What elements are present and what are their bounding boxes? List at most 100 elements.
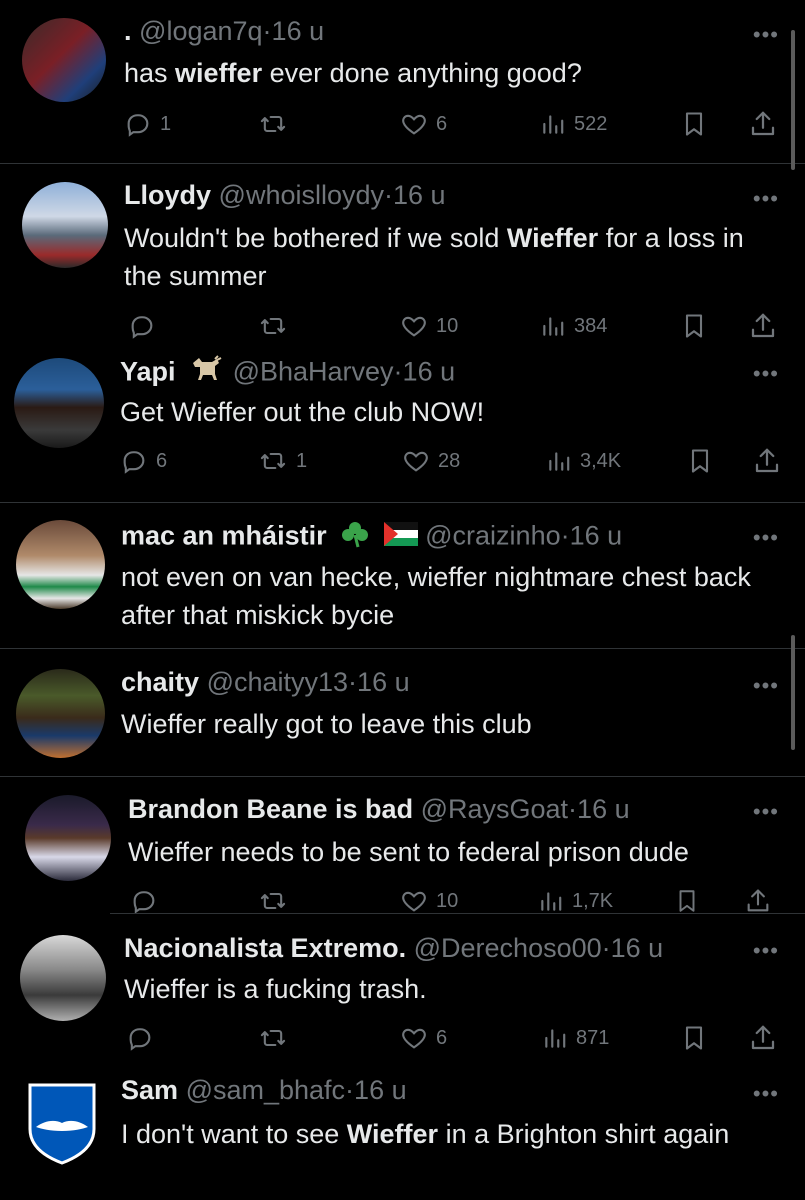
avatar[interactable] <box>22 182 108 268</box>
share-button[interactable] <box>748 104 778 144</box>
author-handle[interactable]: @BhaHarvey <box>233 357 394 387</box>
author-handle[interactable]: @Derechoso00 <box>414 933 602 963</box>
author-handle[interactable]: @logan7q <box>139 16 263 46</box>
like-button[interactable]: 28 <box>402 441 460 481</box>
separator: · <box>262 16 272 46</box>
author-name[interactable]: Yapi <box>120 357 176 387</box>
reply-button[interactable]: 1 <box>124 104 171 144</box>
repost-icon <box>260 452 286 470</box>
avatar[interactable] <box>16 520 105 609</box>
reply-button[interactable] <box>128 306 164 346</box>
author-handle[interactable]: @whoislloydy <box>219 180 384 210</box>
author-handle[interactable]: @sam_bhafc <box>186 1075 345 1105</box>
heart-icon <box>402 1028 426 1049</box>
timestamp[interactable]: 16 u <box>403 357 456 387</box>
avatar[interactable] <box>25 795 111 881</box>
timestamp[interactable]: 16 u <box>570 521 623 551</box>
more-options-icon[interactable]: ••• <box>753 1081 779 1107</box>
tweet[interactable]: Brandon Beane is bad @RaysGoat·16 u ••• … <box>0 777 805 914</box>
repost-button[interactable]: 1 <box>258 441 307 481</box>
timestamp[interactable]: 16 u <box>272 16 325 46</box>
share-button[interactable] <box>748 306 778 346</box>
share-button[interactable] <box>752 441 782 481</box>
scrollbar[interactable] <box>791 635 795 750</box>
author-name[interactable]: Lloydy <box>124 180 211 210</box>
author-handle[interactable]: @RaysGoat <box>421 794 568 824</box>
more-options-icon[interactable]: ••• <box>753 673 779 699</box>
text-part: has <box>124 58 176 88</box>
text-part-bold: Wieffer <box>506 223 599 253</box>
tweet[interactable]: chaity @chaityy13·16 u ••• Wieffer reall… <box>0 649 805 776</box>
more-options-icon[interactable]: ••• <box>753 361 779 387</box>
tweet[interactable]: Sam @sam_bhafc·16 u ••• I don't want to … <box>0 1061 805 1200</box>
more-options-icon[interactable]: ••• <box>753 22 779 48</box>
more-options-icon[interactable]: ••• <box>753 938 779 964</box>
tweet[interactable]: Lloydy @whoislloydy·16 u ••• Wouldn't be… <box>0 164 805 344</box>
avatar[interactable] <box>22 18 106 102</box>
view-count: 384 <box>574 314 608 337</box>
text-part: Wieffer is a fucking trash. <box>124 974 427 1004</box>
more-options-icon[interactable]: ••• <box>753 525 779 551</box>
repost-count: 1 <box>296 449 308 472</box>
bookmark-button[interactable] <box>680 1018 708 1058</box>
separator: · <box>345 1075 355 1105</box>
heart-icon <box>402 316 426 337</box>
timestamp[interactable]: 16 u <box>393 180 446 210</box>
more-options-icon[interactable]: ••• <box>753 186 779 212</box>
heart-icon <box>402 891 426 912</box>
author-handle[interactable]: @chaityy13 <box>207 667 348 697</box>
author-handle[interactable]: @craizinho <box>425 521 560 551</box>
text-part: ever done anything good? <box>262 58 582 88</box>
avatar[interactable] <box>14 358 104 448</box>
tweet[interactable]: mac an mháistir @craizinho·16 u ••• not … <box>0 503 805 648</box>
tweet[interactable]: . @logan7q·16 u ••• has wieffer ever don… <box>0 0 805 163</box>
author-name[interactable]: chaity <box>121 667 199 697</box>
avatar[interactable] <box>20 935 106 1021</box>
tweet[interactable]: Nacionalista Extremo. @Derechoso00·16 u … <box>0 914 805 1060</box>
reply-icon <box>129 1028 151 1051</box>
like-button[interactable]: 6 <box>400 104 447 144</box>
bookmark-button[interactable] <box>680 306 708 346</box>
text-part: Get Wieffer out the club NOW! <box>120 397 485 427</box>
bookmark-icon <box>685 112 703 136</box>
author-name[interactable]: mac an mháistir <box>121 521 327 551</box>
repost-button[interactable] <box>258 306 296 346</box>
separator: · <box>348 667 358 697</box>
views-button[interactable]: 384 <box>540 306 607 346</box>
views-button[interactable]: 522 <box>540 104 607 144</box>
author-name[interactable]: . <box>124 16 132 46</box>
tweet-text: Wieffer is a fucking trash. <box>124 970 774 1008</box>
reply-count: 1 <box>160 112 172 135</box>
author-name[interactable]: Nacionalista Extremo. <box>124 933 406 963</box>
author-name[interactable]: Sam <box>121 1075 178 1105</box>
bookmark-button[interactable] <box>686 441 714 481</box>
views-button[interactable]: 3,4K <box>546 441 621 481</box>
heart-icon <box>404 451 428 472</box>
scrollbar[interactable] <box>791 30 795 170</box>
timestamp[interactable]: 16 u <box>611 933 664 963</box>
like-button[interactable]: 10 <box>400 306 458 346</box>
avatar[interactable] <box>16 669 105 758</box>
tweet-text: Wieffer really got to leave this club <box>121 705 771 743</box>
separator: · <box>601 933 611 963</box>
avatar[interactable] <box>22 1079 102 1165</box>
repost-button[interactable] <box>258 104 296 144</box>
views-button[interactable]: 871 <box>542 1018 609 1058</box>
author-name[interactable]: Brandon Beane is bad <box>128 794 413 824</box>
text-part: not even on van hecke, wieffer nightmare… <box>121 562 751 630</box>
reply-button[interactable]: 6 <box>120 441 167 481</box>
timestamp[interactable]: 16 u <box>577 794 630 824</box>
share-button[interactable] <box>748 1018 778 1058</box>
timestamp[interactable]: 16 u <box>354 1075 407 1105</box>
like-button[interactable]: 6 <box>400 1018 447 1058</box>
text-part: Wieffer needs to be sent to federal pris… <box>128 837 689 867</box>
bookmark-button[interactable] <box>680 104 708 144</box>
reply-button[interactable] <box>126 1018 162 1058</box>
repost-button[interactable] <box>258 1018 296 1058</box>
timestamp[interactable]: 16 u <box>357 667 410 697</box>
tweet[interactable]: Yapi @BhaHarvey·16 u ••• Get Wieffer out… <box>0 345 805 503</box>
share-icon <box>751 111 775 136</box>
share-icon <box>751 1025 775 1050</box>
heart-icon <box>402 114 426 135</box>
more-options-icon[interactable]: ••• <box>753 799 779 825</box>
